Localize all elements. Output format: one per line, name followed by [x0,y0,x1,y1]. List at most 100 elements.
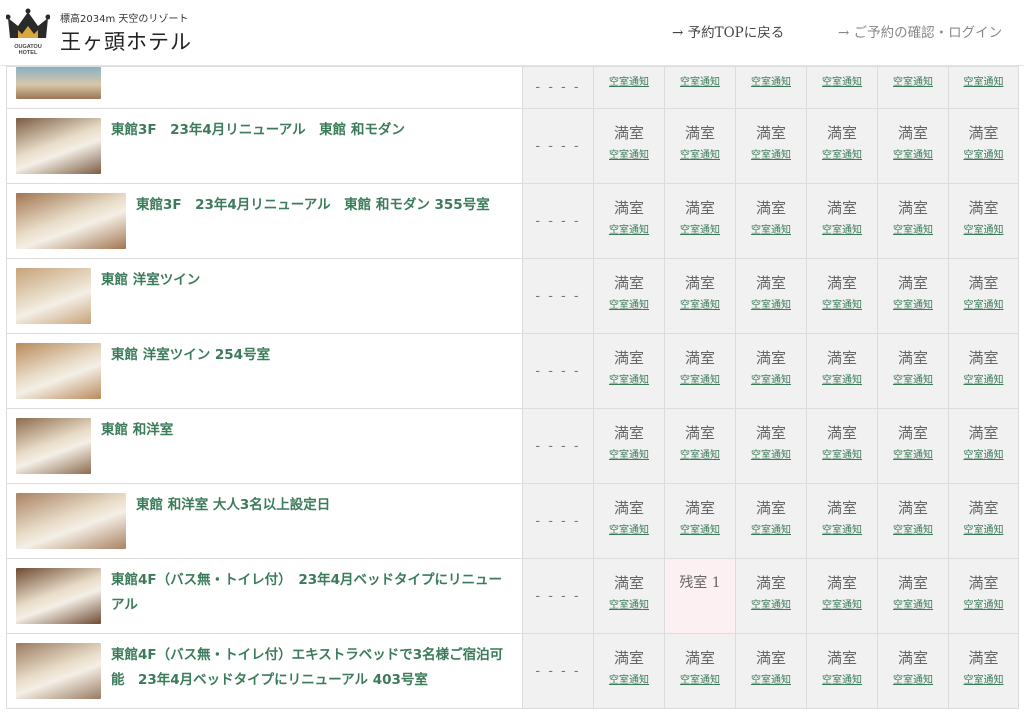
vacancy-notify-link[interactable]: 空室通知 [964,146,1004,161]
room-name-link[interactable]: 東館 和洋室 大人3名以上設定日 [136,493,330,518]
room-name-link[interactable]: 東館 和洋室 [101,418,173,443]
vacancy-notify-link[interactable]: 空室通知 [822,146,862,161]
room-name-link[interactable]: 東館 洋室ツイン [101,268,200,293]
full-status: 満室 [755,124,786,142]
day-cell: 満室 空室通知 [806,408,878,484]
full-status: 満室 [897,349,928,367]
vacancy-notify-link[interactable]: 空室通知 [680,73,720,88]
room-thumbnail[interactable] [16,343,101,399]
vacancy-notify-link[interactable]: 空室通知 [893,596,933,611]
vacancy-notify-link[interactable]: 空室通知 [609,296,649,311]
vacancy-notify-link[interactable]: 空室通知 [751,296,791,311]
vacancy-notify-link[interactable]: 空室通知 [822,446,862,461]
day-cell: 満室 空室通知 [593,258,665,334]
day-cell-available[interactable]: 残室 1 [664,558,736,634]
vacancy-notify-link[interactable]: 空室通知 [822,596,862,611]
vacancy-notify-link[interactable]: 空室通知 [609,671,649,686]
room-thumbnail[interactable] [16,418,91,474]
vacancy-notify-link[interactable]: 空室通知 [822,296,862,311]
table-row: 東館 洋室ツイン 254号室 - - - - 満室 空室通知 満室 空室通知 満室 空室通知満… [6,333,1019,409]
vacancy-notify-link[interactable]: 空室通知 [751,521,791,536]
vacancy-notify-link[interactable]: 空室通知 [964,446,1004,461]
vacancy-notify-link[interactable]: 空室通知 [680,446,720,461]
vacancy-notify-link[interactable]: 空室通知 [680,371,720,386]
hotel-logo[interactable]: OUGATOU HOTEL [6,8,50,56]
vacancy-notify-link[interactable]: 空室通知 [964,521,1004,536]
room-thumbnail[interactable] [16,268,91,324]
vacancy-notify-link[interactable]: 空室通知 [964,371,1004,386]
day-cell: 満室 空室通知 [806,183,878,259]
room-thumbnail[interactable] [16,493,126,549]
vacancy-notify-link[interactable]: 空室通知 [609,146,649,161]
full-status: 満室 [613,649,644,667]
room-thumbnail[interactable] [16,643,101,699]
table-row: 東館 和洋室 - - - - 満室 空室通知 満室 空室通知 満室 空室通知 満室 空室通知 満室空… [6,408,1019,484]
back-to-top-link[interactable]: → 予約TOPに戻る [672,21,784,41]
room-name-link[interactable]: 東館3F 23年4月リニューアル 東館 和モダン [111,118,405,143]
reservation-login-link[interactable]: → ご予約の確認・ログイン [838,21,1002,41]
vacancy-notify-link[interactable]: 空室通知 [609,73,649,88]
vacancy-notify-link[interactable]: 空室通知 [893,446,933,461]
vacancy-notify-link[interactable]: 空室通知 [680,521,720,536]
full-status: 満室 [826,649,857,667]
full-status: 満室 [826,349,857,367]
day-cell: 満室 空室通知 [948,108,1019,184]
vacancy-notify-link[interactable]: 空室通知 [609,371,649,386]
room-cell: 東館3F 23年4月リニューアル 東館 和モダン [6,108,523,184]
vacancy-notify-link[interactable]: 空室通知 [609,446,649,461]
full-status: 満室 [968,424,999,442]
vacancy-notify-link[interactable]: 空室通知 [609,221,649,236]
room-thumbnail[interactable] [16,193,126,249]
day-cell: 満室 空室通知 [593,633,665,709]
vacancy-notify-link[interactable]: 空室通知 [609,521,649,536]
vacancy-notify-link[interactable]: 空室通知 [751,596,791,611]
room-info: 東館4F（バス無・トイレ付）エキストラベッドで3名様ご宿泊可能 23年4月ベッド… [16,643,514,699]
day-cell: 満室 空室通知 [948,633,1019,709]
vacancy-notify-link[interactable]: 空室通知 [964,73,1004,88]
room-info: 東館 洋室ツイン [16,268,514,324]
day-cell: 満室 空室通知 [877,258,949,334]
vacancy-notify-link[interactable]: 空室通知 [751,73,791,88]
vacancy-notify-link[interactable]: 空室通知 [964,596,1004,611]
vacancy-notify-link[interactable]: 空室通知 [822,73,862,88]
room-name-link[interactable]: 東館3F 23年4月リニューアル 東館 和モダン 355号室 [136,193,490,218]
vacancy-notify-link[interactable]: 空室通知 [893,146,933,161]
rooms-left-status[interactable]: 残室 1 [665,573,735,593]
room-thumbnail[interactable] [16,67,101,99]
vacancy-notify-link[interactable]: 空室通知 [680,671,720,686]
table-row: 東館4F（バス無・トイレ付）エキストラベッドで3名様ご宿泊可能 23年4月ベッド… [6,633,1019,709]
vacancy-notify-link[interactable]: 空室通知 [609,596,649,611]
vacancy-notify-link[interactable]: 空室通知 [751,146,791,161]
vacancy-notify-link[interactable]: 空室通知 [893,221,933,236]
room-name-link[interactable]: 東館 洋室ツイン 254号室 [111,343,270,368]
vacancy-notify-link[interactable]: 空室通知 [964,296,1004,311]
vacancy-notify-link[interactable]: 空室通知 [822,521,862,536]
vacancy-notify-link[interactable]: 空室通知 [751,446,791,461]
vacancy-notify-link[interactable]: 空室通知 [893,73,933,88]
vacancy-notify-link[interactable]: 空室通知 [964,671,1004,686]
day-cell: 満室 空室通知 [806,558,878,634]
vacancy-notify-link[interactable]: 空室通知 [893,671,933,686]
vacancy-notify-link[interactable]: 空室通知 [751,221,791,236]
vacancy-notify-link[interactable]: 空室通知 [893,296,933,311]
vacancy-notify-link[interactable]: 空室通知 [822,671,862,686]
room-name-link[interactable]: 東館4F（バス無・トイレ付） 23年4月ベッドタイプにリニューアル [111,568,514,618]
vacancy-notify-link[interactable]: 空室通知 [680,146,720,161]
room-thumbnail[interactable] [16,568,101,624]
full-status: 満室 [968,124,999,142]
full-status: 満室 [826,274,857,292]
vacancy-notify-link[interactable]: 空室通知 [751,671,791,686]
vacancy-notify-link[interactable]: 空室通知 [893,521,933,536]
availability-table: - - - - 空室通知 空室通知 空室通知 空室通知 空室通知 空室通知 東館… [6,66,1019,709]
room-thumbnail[interactable] [16,118,101,174]
vacancy-notify-link[interactable]: 空室通知 [964,221,1004,236]
price-placeholder: - - - - [522,183,594,259]
vacancy-notify-link[interactable]: 空室通知 [822,221,862,236]
room-name-link[interactable]: 東館4F（バス無・トイレ付）エキストラベッドで3名様ご宿泊可能 23年4月ベッド… [111,643,514,693]
vacancy-notify-link[interactable]: 空室通知 [680,221,720,236]
vacancy-notify-link[interactable]: 空室通知 [751,371,791,386]
room-cell: 東館3F 23年4月リニューアル 東館 和モダン 355号室 [6,183,523,259]
vacancy-notify-link[interactable]: 空室通知 [893,371,933,386]
vacancy-notify-link[interactable]: 空室通知 [822,371,862,386]
vacancy-notify-link[interactable]: 空室通知 [680,296,720,311]
